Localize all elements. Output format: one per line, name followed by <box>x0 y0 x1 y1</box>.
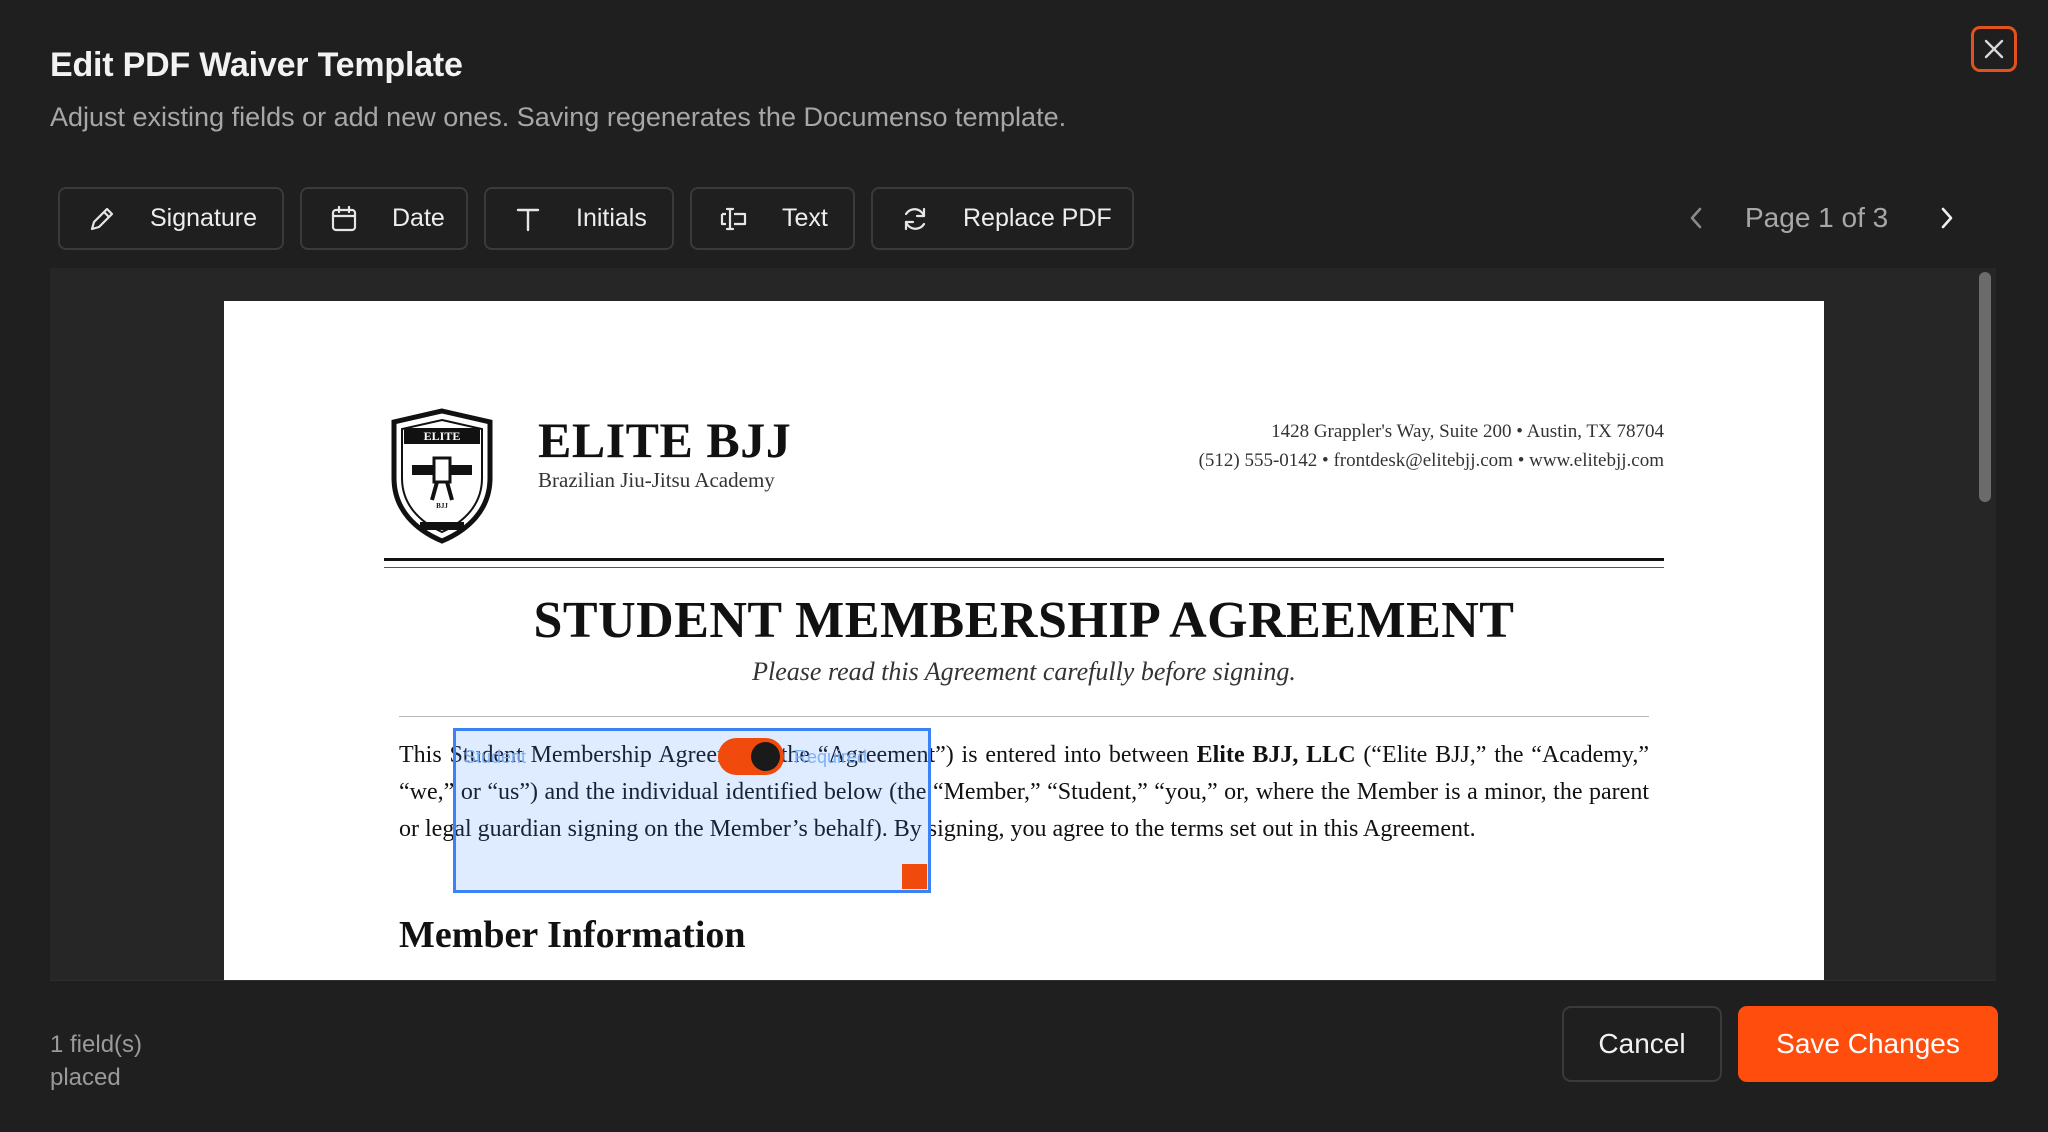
add-date-button[interactable]: Date <box>300 187 468 250</box>
refresh-icon <box>899 203 931 235</box>
cancel-button[interactable]: Cancel <box>1562 1006 1722 1082</box>
title-divider <box>399 716 1649 717</box>
save-changes-button[interactable]: Save Changes <box>1738 1006 1998 1082</box>
add-signature-button[interactable]: Signature <box>58 187 284 250</box>
date-label: Date <box>392 204 445 232</box>
field-count: 1 field(s) placed <box>50 1031 143 1091</box>
edit-template-dialog: Edit PDF Waiver Template Adjust existing… <box>0 0 2048 1132</box>
academy-logo: ELITE BJJ <box>391 408 493 544</box>
required-toggle[interactable] <box>718 738 784 775</box>
next-page-button[interactable] <box>1932 201 1962 235</box>
footer-divider <box>50 980 1996 981</box>
signature-label: Signature <box>150 204 258 232</box>
brand-subtitle: Brazilian Jiu-Jitsu Academy <box>538 468 775 492</box>
dialog-title: Edit PDF Waiver Template <box>50 46 463 84</box>
text-cursor-icon <box>718 203 750 235</box>
svg-text:BJJ: BJJ <box>436 502 448 510</box>
add-text-button[interactable]: Text <box>690 187 855 250</box>
pdf-viewer[interactable]: ELITE BJJ ELITE BJJ Brazilian Jiu-Jitsu … <box>50 268 1996 980</box>
toggle-knob <box>751 742 780 771</box>
section-heading: Member Information <box>399 914 746 956</box>
header-rule <box>384 558 1664 561</box>
contact-line: (512) 555-0142 • frontdesk@elitebjj.com … <box>1198 450 1664 471</box>
close-icon <box>1984 39 2004 59</box>
replace-pdf-label: Replace PDF <box>963 204 1112 232</box>
placed-signature-field[interactable]: Student Required <box>453 728 931 893</box>
calendar-icon <box>328 203 360 235</box>
field-required-label: Required <box>794 747 868 767</box>
viewer-scrollbar[interactable] <box>1979 272 1991 502</box>
previous-page-button[interactable] <box>1681 201 1711 235</box>
svg-text:ELITE: ELITE <box>424 429 461 443</box>
add-initials-button[interactable]: Initials <box>484 187 674 250</box>
chevron-right-icon <box>1941 207 1953 229</box>
text-type-icon <box>512 203 544 235</box>
brand-name: ELITE BJJ <box>538 412 792 468</box>
header-rule-thin <box>384 567 1664 568</box>
text-label: Text <box>782 204 828 232</box>
field-recipient-label: Student <box>464 747 527 767</box>
page-indicator: Page 1 of 3 <box>1745 202 1889 233</box>
close-button[interactable] <box>1971 26 2017 72</box>
address-line: 1428 Grappler's Way, Suite 200 • Austin,… <box>1271 421 1664 442</box>
document-title: STUDENT MEMBERSHIP AGREEMENT <box>533 592 1515 649</box>
chevron-left-icon <box>1690 207 1702 229</box>
dialog-subtitle: Adjust existing fields or add new ones. … <box>50 102 1067 132</box>
resize-handle[interactable] <box>902 864 927 889</box>
initials-label: Initials <box>576 204 647 232</box>
document-tagline: Please read this Agreement carefully bef… <box>752 657 1296 686</box>
pen-icon <box>86 203 118 235</box>
replace-pdf-button[interactable]: Replace PDF <box>871 187 1134 250</box>
